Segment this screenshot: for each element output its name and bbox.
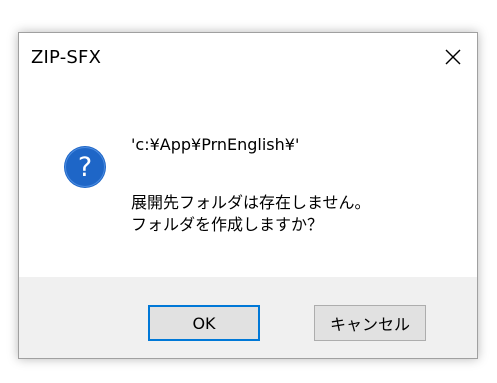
svg-text:?: ? (78, 152, 92, 183)
dialog-title: ZIP-SFX (31, 47, 102, 68)
message-area: ? 'c:¥App¥PrnEnglish¥' 展開先フォルダは存在しません。 フ… (19, 81, 477, 277)
cancel-button[interactable]: キャンセル (314, 305, 426, 341)
message-path: 'c:¥App¥PrnEnglish¥' (131, 135, 300, 154)
message-dialog: ZIP-SFX ? 'c:¥App¥PrnEnglish¥' 展開先フォルダは存… (18, 32, 478, 359)
ok-button[interactable]: OK (148, 305, 260, 341)
close-button[interactable] (429, 33, 477, 81)
question-icon: ? (64, 146, 106, 188)
title-bar[interactable]: ZIP-SFX (19, 33, 477, 81)
close-icon (445, 49, 461, 65)
message-line-1: 展開先フォルダは存在しません。 (131, 193, 371, 212)
message-line-2: フォルダを作成しますか？ (131, 215, 324, 234)
button-bar: OK キャンセル (19, 277, 477, 358)
